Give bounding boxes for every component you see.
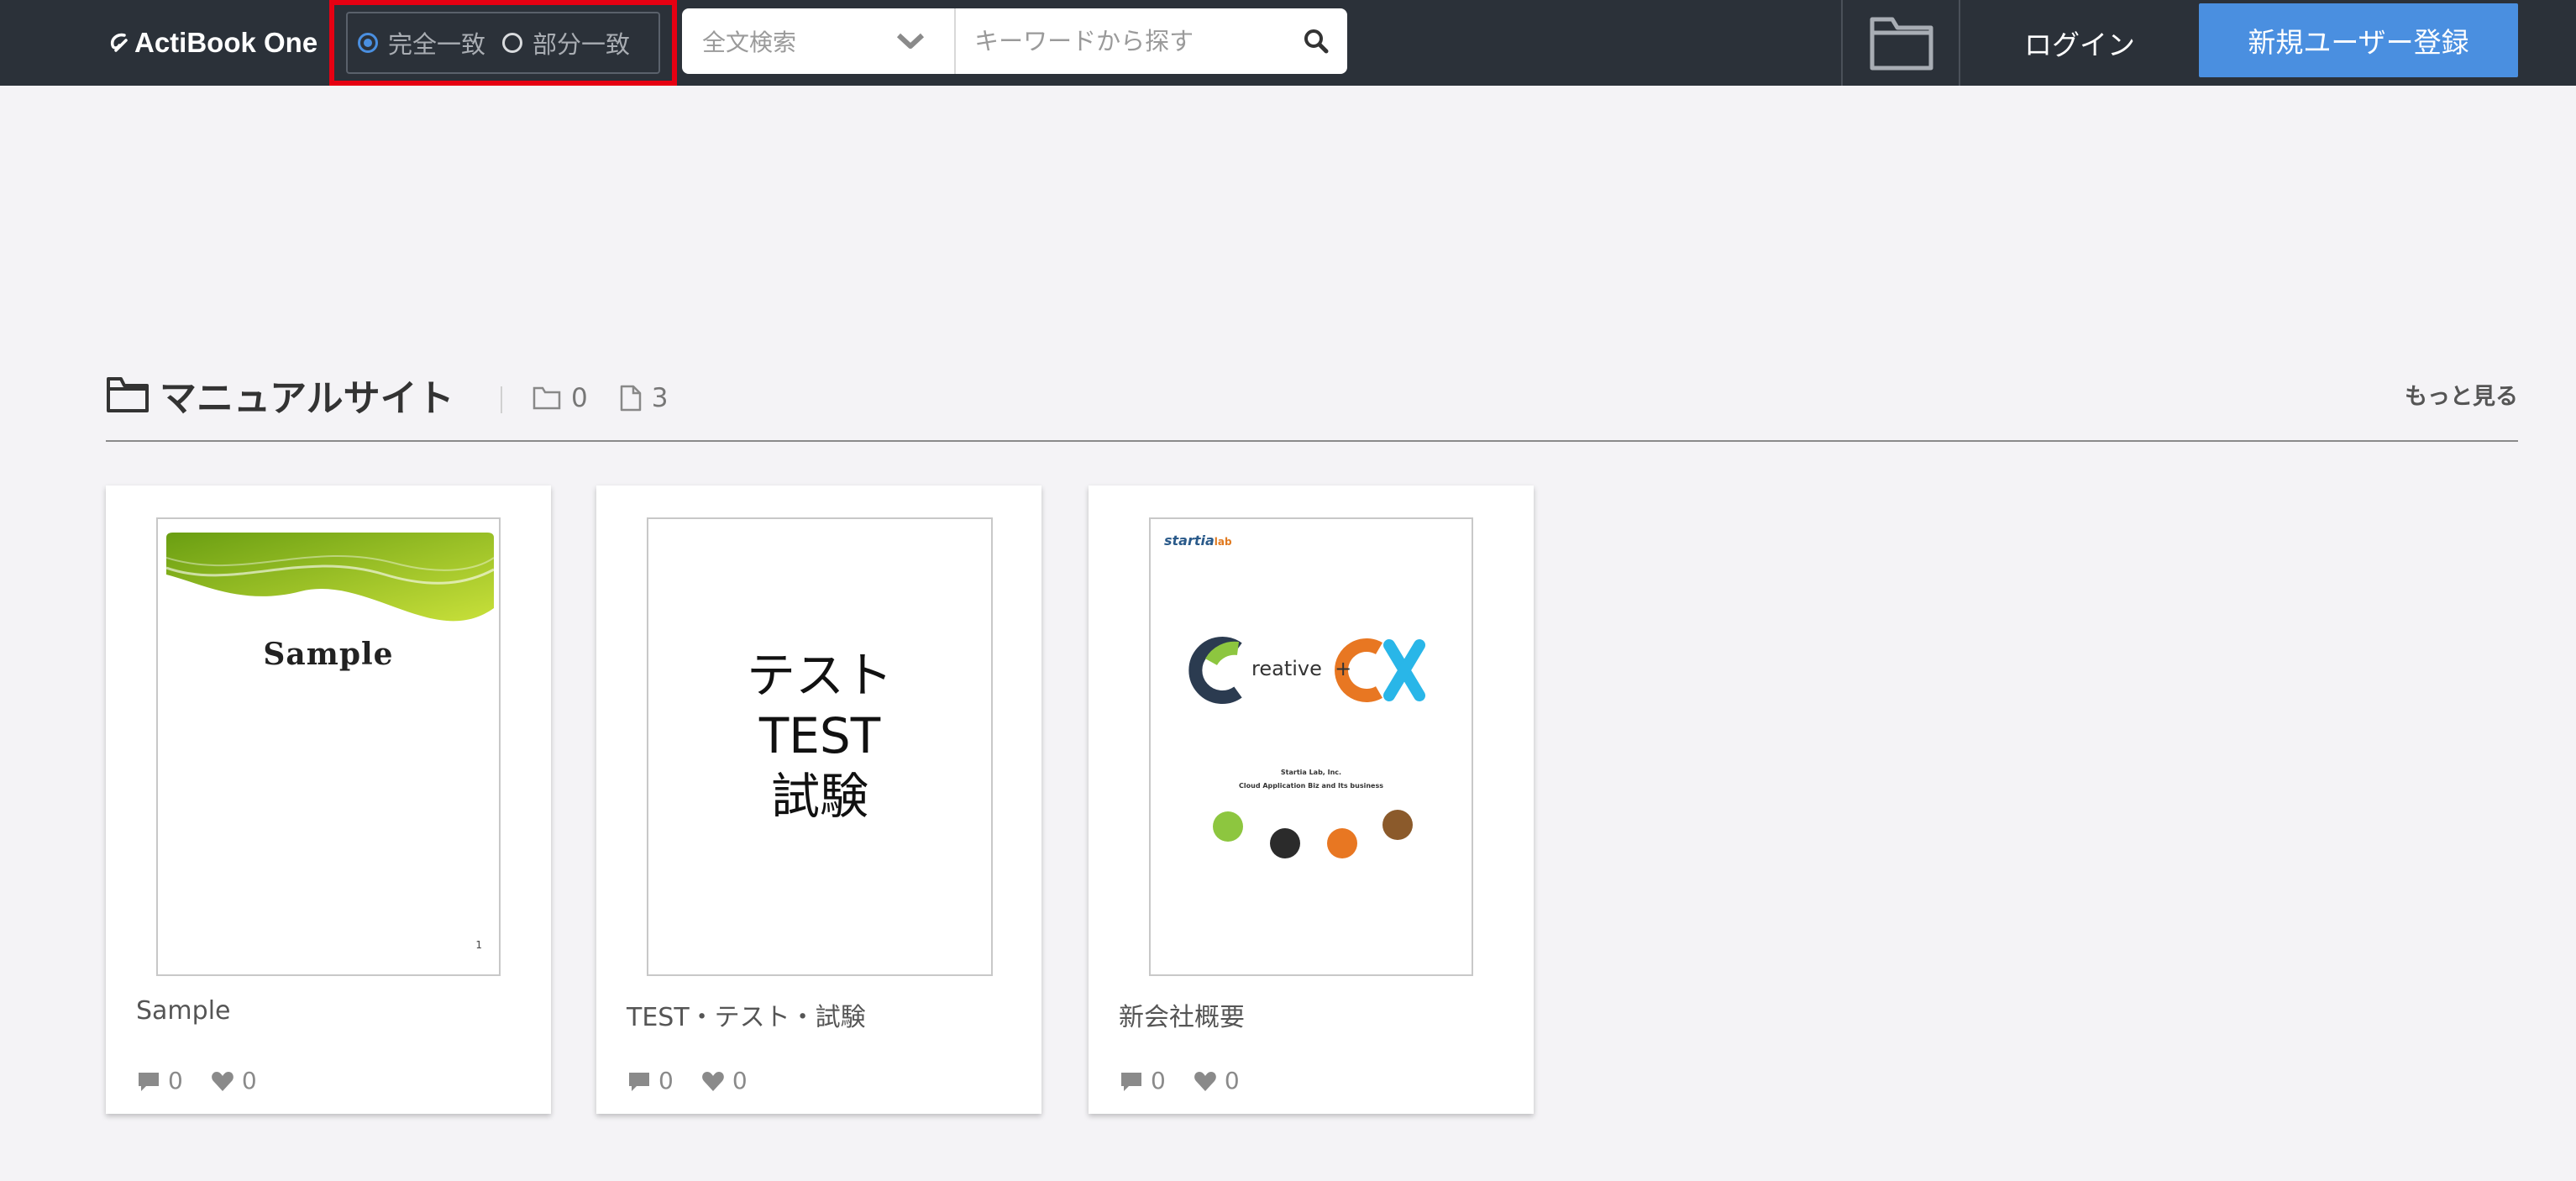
header-divider bbox=[1841, 0, 1843, 86]
section-title: マニュアルサイト bbox=[160, 377, 454, 420]
search-button[interactable] bbox=[1284, 8, 1347, 74]
thumbnail-plus: + bbox=[1335, 657, 1352, 680]
book-title[interactable]: Sample bbox=[136, 996, 231, 1026]
green-wave-banner bbox=[166, 533, 494, 622]
folder-count: 0 bbox=[571, 383, 588, 413]
book-thumbnail[interactable]: テスト TEST 試験 bbox=[647, 517, 993, 976]
match-exact-label: 完全一致 bbox=[388, 30, 486, 59]
heart-icon[interactable] bbox=[1193, 1068, 1218, 1094]
heart-icon[interactable] bbox=[210, 1068, 235, 1094]
thumbnail-reative: reative bbox=[1251, 657, 1322, 680]
logo-text: ActiBook One bbox=[134, 27, 318, 58]
book-card[interactable]: Sample 1 Sample 0 0 bbox=[106, 486, 551, 1114]
search-type-select[interactable]: 全文検索 bbox=[682, 8, 957, 74]
section-header: マニュアルサイト 0 3 もっと見る bbox=[106, 370, 2518, 442]
login-label: ログイン bbox=[2024, 29, 2135, 61]
comment-icon bbox=[629, 1072, 649, 1091]
comment-icon bbox=[1121, 1072, 1141, 1091]
section-title-separator bbox=[501, 386, 502, 413]
book-thumbnail[interactable]: startialab reative + Startia Lab, Inc. C… bbox=[1149, 517, 1473, 976]
match-partial-option[interactable]: 部分一致 bbox=[502, 25, 630, 60]
actibook-logo[interactable]: ActiBook One bbox=[106, 22, 317, 64]
thumbnail-line: 試験 bbox=[770, 768, 868, 825]
file-count-icon bbox=[620, 385, 641, 412]
search-icon bbox=[1304, 29, 1329, 54]
chevron-down-icon bbox=[897, 33, 925, 49]
search-input[interactable] bbox=[956, 8, 1285, 75]
section-title-group: マニュアルサイト bbox=[106, 370, 454, 420]
register-button[interactable]: 新規ユーザー登録 bbox=[2199, 3, 2518, 77]
company-tagline: Cloud Application Biz and Its business bbox=[1239, 782, 1383, 790]
book-title[interactable]: TEST・テスト・試験 bbox=[627, 996, 866, 1033]
search-bar: 全文検索 bbox=[682, 8, 1347, 75]
brand-suffix: lab bbox=[1214, 536, 1232, 548]
book-thumbnail[interactable]: Sample 1 bbox=[156, 517, 501, 976]
match-mode-highlight: 完全一致 部分一致 bbox=[329, 0, 677, 86]
comment-count: 0 bbox=[168, 1067, 183, 1094]
thumbnail-line: テスト bbox=[746, 647, 893, 704]
match-partial-label: 部分一致 bbox=[533, 30, 631, 59]
book-stats: 0 0 bbox=[627, 1067, 748, 1094]
book-stats: 0 0 bbox=[136, 1067, 257, 1094]
match-partial-radio[interactable] bbox=[502, 33, 523, 53]
company-info: Startia Lab, Inc. Cloud Application Biz … bbox=[1151, 766, 1472, 793]
like-count: 0 bbox=[1224, 1067, 1240, 1094]
section-counts: 0 3 bbox=[533, 378, 668, 418]
register-label: 新規ユーザー登録 bbox=[2248, 26, 2469, 59]
thumbnail-line: TEST bbox=[758, 707, 881, 764]
logo-mark-icon bbox=[110, 33, 128, 52]
comment-icon bbox=[139, 1072, 159, 1091]
like-count: 0 bbox=[241, 1067, 257, 1094]
thumbnail-creative-text: reative + bbox=[1251, 657, 1351, 680]
company-name: Startia Lab, Inc. bbox=[1280, 769, 1342, 776]
match-exact-option[interactable]: 完全一致 bbox=[358, 25, 485, 60]
search-type-value: 全文検索 bbox=[702, 29, 797, 56]
book-card[interactable]: テスト TEST 試験 TEST・テスト・試験 0 0 bbox=[596, 486, 1041, 1114]
file-count: 3 bbox=[651, 383, 669, 413]
login-button[interactable]: ログイン bbox=[1962, 0, 2197, 86]
thumbnail-text: テスト TEST 試験 bbox=[648, 645, 991, 827]
heart-icon[interactable] bbox=[700, 1068, 726, 1094]
folder-icon bbox=[107, 377, 149, 412]
folder-count-icon bbox=[533, 386, 561, 410]
book-card[interactable]: startialab reative + Startia Lab, Inc. C… bbox=[1089, 486, 1534, 1114]
folder-button[interactable] bbox=[1844, 0, 1959, 86]
thumbnail-page-number: 1 bbox=[475, 939, 482, 951]
brand-logo: startialab bbox=[1164, 533, 1232, 549]
book-stats: 0 0 bbox=[1119, 1067, 1240, 1094]
brand-name: startia bbox=[1164, 533, 1215, 549]
book-title[interactable]: 新会社概要 bbox=[1119, 996, 1245, 1033]
like-count: 0 bbox=[732, 1067, 748, 1094]
top-header: ActiBook One 完全一致 部分一致 全文検索 キーワードから探す ログ… bbox=[0, 0, 2576, 86]
folder-icon bbox=[1870, 17, 1933, 71]
business-circles bbox=[1213, 810, 1413, 858]
thumbnail-title: Sample bbox=[263, 637, 394, 672]
comment-count: 0 bbox=[658, 1067, 674, 1094]
more-link[interactable]: もっと見る bbox=[2405, 378, 2518, 411]
comment-count: 0 bbox=[1151, 1067, 1166, 1094]
match-mode-group: 完全一致 部分一致 bbox=[346, 12, 660, 74]
match-exact-radio[interactable] bbox=[358, 33, 378, 53]
header-divider bbox=[1959, 0, 1960, 86]
